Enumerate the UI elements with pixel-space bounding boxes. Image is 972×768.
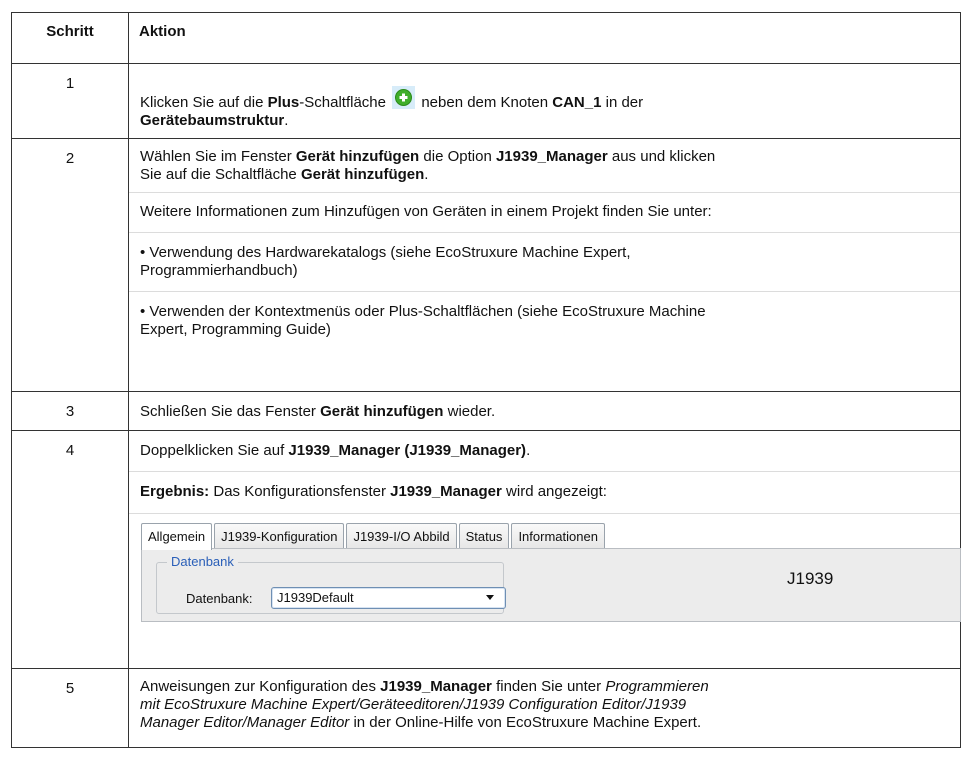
text: Doppelklicken Sie auf <box>140 442 289 459</box>
text-bold: J1939_Manager <box>380 678 492 695</box>
text: die Option <box>419 148 496 165</box>
step-action: Schließen Sie das Fenster Gerät hinzufüg… <box>128 391 961 431</box>
chevron-down-icon <box>486 595 494 600</box>
text-italic: mit EcoStruxure Machine Expert/Geräteedi… <box>140 696 687 713</box>
table-row: 5 Anweisungen zur Konfiguration des J193… <box>11 668 961 748</box>
step-number: 3 <box>11 391 129 431</box>
text-bold: Plus <box>267 94 300 111</box>
text-bold: Gerät hinzufügen <box>300 166 425 183</box>
divider <box>129 192 960 193</box>
tab-allgemein[interactable]: Allgemein <box>141 523 213 550</box>
steps-table: Schritt Aktion 1 Klicken Sie auf die Plu… <box>11 12 961 748</box>
config-tabs: Allgemein J1939-Konfiguration J1939-I/O … <box>141 523 607 550</box>
text-bold: Ergebnis: <box>140 483 210 500</box>
table-header-row: Schritt Aktion <box>11 12 961 64</box>
text: finden Sie unter <box>491 678 606 695</box>
tab-informationen[interactable]: Informationen <box>511 523 605 549</box>
text: in der <box>601 94 644 111</box>
table-row: 2 Wählen Sie im Fenster Gerät hinzufügen… <box>11 138 961 392</box>
text: Sie auf die Schaltfläche <box>140 166 301 183</box>
tab-j1939-konfiguration[interactable]: J1939-Konfiguration <box>214 523 345 549</box>
text: . <box>284 112 289 129</box>
datenbank-select[interactable]: J1939Default <box>271 587 506 609</box>
text-bold: J1939_Manager <box>495 148 608 165</box>
config-window-screenshot: Allgemein J1939-Konfiguration J1939-I/O … <box>129 514 961 626</box>
text: • Verwenden der Kontextmenüs oder Plus-S… <box>140 303 706 320</box>
step-action: Wählen Sie im Fenster Gerät hinzufügen d… <box>128 138 961 392</box>
text-bold: Gerät hinzufügen <box>320 403 444 420</box>
text: wieder. <box>443 403 496 420</box>
table-row: 1 Klicken Sie auf die Plus-Schaltfläche … <box>11 63 961 139</box>
text: neben dem Knoten <box>417 94 553 111</box>
plus-circle-icon <box>392 86 416 109</box>
text: Das Konfigurationsfenster <box>209 483 391 500</box>
datenbank-group: Datenbank Datenbank: J1939Default <box>156 554 506 614</box>
text: Klicken Sie auf die <box>140 94 268 111</box>
text-italic: Programmieren <box>605 678 709 695</box>
step-action: Doppelklicken Sie auf J1939_Manager (J19… <box>128 430 961 669</box>
device-type-label: J1939 <box>787 569 834 588</box>
step-number: 2 <box>11 138 129 392</box>
table-row: 4 Doppelklicken Sie auf J1939_Manager (J… <box>11 430 961 669</box>
text: • Verwendung des Hardwarekatalogs (siehe… <box>140 244 631 261</box>
datenbank-label: Datenbank: <box>186 591 253 606</box>
text: Expert, Programming Guide) <box>140 321 331 338</box>
text-bold: J1939_Manager <box>390 483 502 500</box>
paragraph: Weitere Informationen zum Hinzufügen von… <box>140 203 712 220</box>
text-bold: CAN_1 <box>552 94 602 111</box>
step-number: 5 <box>11 668 129 748</box>
text: Schließen Sie das Fenster <box>140 403 321 420</box>
text: Wählen Sie im Fenster <box>140 148 296 165</box>
text: in der Online-Hilfe von EcoStruxure Mach… <box>349 714 702 731</box>
text-bold: J1939_Manager (J1939_Manager) <box>288 442 527 459</box>
divider <box>129 471 960 472</box>
table-row: 3 Schließen Sie das Fenster Gerät hinzuf… <box>11 391 961 431</box>
step-action: Anweisungen zur Konfiguration des J1939_… <box>128 668 961 748</box>
config-panel: Datenbank Datenbank: J1939Default J1939 <box>141 548 961 622</box>
text: Programmierhandbuch) <box>140 262 298 279</box>
text-bold: Gerät hinzufügen <box>295 148 420 165</box>
divider <box>129 232 960 233</box>
tab-j1939-io-abbild[interactable]: J1939-I/O Abbild <box>346 523 457 549</box>
text: wird angezeigt: <box>501 483 607 500</box>
text: aus und klicken <box>607 148 716 165</box>
divider <box>129 291 960 292</box>
text-italic: Manager Editor/Manager Editor <box>140 714 350 731</box>
group-legend: Datenbank <box>167 554 238 570</box>
header-action: Aktion <box>128 12 961 64</box>
step-action: Klicken Sie auf die Plus-Schaltfläche ne… <box>128 63 961 139</box>
tab-status[interactable]: Status <box>458 523 510 549</box>
select-value: J1939Default <box>277 590 354 605</box>
text: . <box>526 442 531 459</box>
text-bold: Gerätebaumstruktur <box>140 112 285 129</box>
step-number: 1 <box>11 63 129 139</box>
text: Anweisungen zur Konfiguration des <box>140 678 381 695</box>
step-number: 4 <box>11 430 129 669</box>
text: -Schaltfläche <box>299 94 386 111</box>
header-step: Schritt <box>11 12 129 64</box>
text: . <box>424 166 429 183</box>
